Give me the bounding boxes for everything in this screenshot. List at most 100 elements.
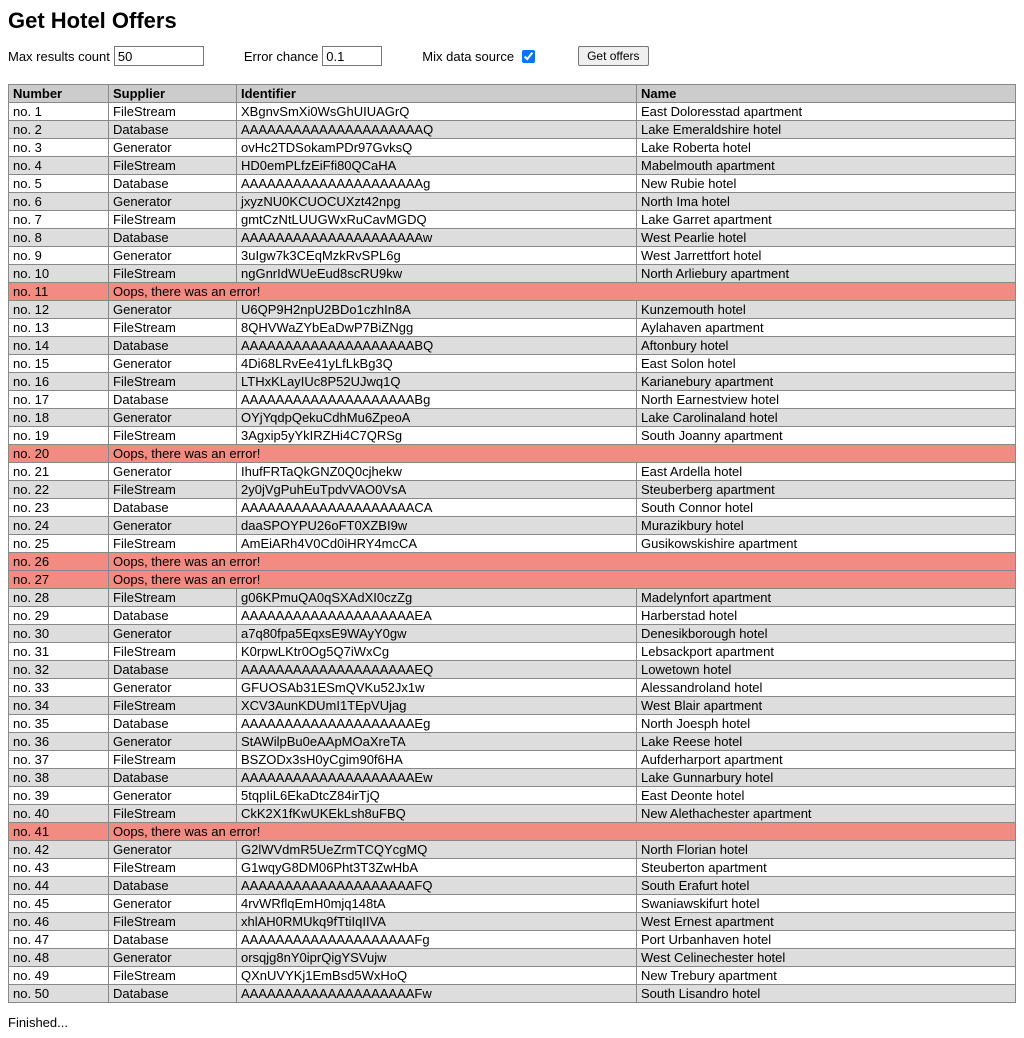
cell-number: no. 44 <box>9 877 109 895</box>
table-row: no. 27Oops, there was an error! <box>9 571 1016 589</box>
cell-identifier: XCV3AunKDUmI1TEpVUjag <box>237 697 637 715</box>
cell-name: West Jarrettfort hotel <box>637 247 1016 265</box>
table-row: no. 38DatabaseAAAAAAAAAAAAAAAAAAAAEwLake… <box>9 769 1016 787</box>
cell-identifier: AAAAAAAAAAAAAAAAAAAAFw <box>237 985 637 1003</box>
cell-identifier: 2y0jVgPuhEuTpdvVAO0VsA <box>237 481 637 499</box>
table-row: no. 2DatabaseAAAAAAAAAAAAAAAAAAAAAQLake … <box>9 121 1016 139</box>
table-row: no. 22FileStream2y0jVgPuhEuTpdvVAO0VsASt… <box>9 481 1016 499</box>
cell-name: North Florian hotel <box>637 841 1016 859</box>
table-row: no. 35DatabaseAAAAAAAAAAAAAAAAAAAAEgNort… <box>9 715 1016 733</box>
cell-supplier: Generator <box>109 625 237 643</box>
table-row: no. 10FileStreamngGnrIdWUeEud8scRU9kwNor… <box>9 265 1016 283</box>
cell-number: no. 27 <box>9 571 109 589</box>
cell-supplier: FileStream <box>109 103 237 121</box>
cell-number: no. 43 <box>9 859 109 877</box>
table-row: no. 42GeneratorG2lWVdmR5UeZrmTCQYcgMQNor… <box>9 841 1016 859</box>
table-row: no. 14DatabaseAAAAAAAAAAAAAAAAAAAABQAfto… <box>9 337 1016 355</box>
cell-number: no. 34 <box>9 697 109 715</box>
cell-name: West Celinechester hotel <box>637 949 1016 967</box>
cell-supplier: Generator <box>109 193 237 211</box>
cell-identifier: 4rvWRflqEmH0mjq148tA <box>237 895 637 913</box>
table-row: no. 16FileStreamLTHxKLayIUc8P52UJwq1QKar… <box>9 373 1016 391</box>
get-offers-button[interactable]: Get offers <box>578 46 648 66</box>
header-identifier: Identifier <box>237 85 637 103</box>
cell-supplier: Generator <box>109 517 237 535</box>
cell-identifier: AAAAAAAAAAAAAAAAAAAAAg <box>237 175 637 193</box>
cell-name: South Lisandro hotel <box>637 985 1016 1003</box>
cell-number: no. 20 <box>9 445 109 463</box>
cell-number: no. 38 <box>9 769 109 787</box>
table-row: no. 32DatabaseAAAAAAAAAAAAAAAAAAAAEQLowe… <box>9 661 1016 679</box>
cell-number: no. 5 <box>9 175 109 193</box>
table-row: no. 47DatabaseAAAAAAAAAAAAAAAAAAAAFgPort… <box>9 931 1016 949</box>
cell-error-message: Oops, there was an error! <box>109 553 1016 571</box>
cell-identifier: StAWilpBu0eAApMOaXreTA <box>237 733 637 751</box>
cell-name: Lake Emeraldshire hotel <box>637 121 1016 139</box>
controls-bar: Max results count Error chance Mix data … <box>8 46 1016 66</box>
cell-number: no. 10 <box>9 265 109 283</box>
cell-supplier: Database <box>109 661 237 679</box>
status-text: Finished... <box>8 1015 1016 1030</box>
cell-number: no. 9 <box>9 247 109 265</box>
table-row: no. 20Oops, there was an error! <box>9 445 1016 463</box>
cell-identifier: xhlAH0RMUkq9fTtiIqIIVA <box>237 913 637 931</box>
table-row: no. 18GeneratorOYjYqdpQekuCdhMu6ZpeoALak… <box>9 409 1016 427</box>
cell-identifier: AAAAAAAAAAAAAAAAAAAAFg <box>237 931 637 949</box>
cell-name: Gusikowskishire apartment <box>637 535 1016 553</box>
table-row: no. 43FileStreamG1wqyG8DM06Pht3T3ZwHbASt… <box>9 859 1016 877</box>
cell-number: no. 35 <box>9 715 109 733</box>
table-row: no. 23DatabaseAAAAAAAAAAAAAAAAAAAACASout… <box>9 499 1016 517</box>
cell-identifier: a7q80fpa5EqxsE9WAyY0gw <box>237 625 637 643</box>
cell-supplier: FileStream <box>109 589 237 607</box>
cell-identifier: AAAAAAAAAAAAAAAAAAAAAQ <box>237 121 637 139</box>
cell-name: East Solon hotel <box>637 355 1016 373</box>
cell-number: no. 30 <box>9 625 109 643</box>
cell-name: Steuberton apartment <box>637 859 1016 877</box>
cell-supplier: Generator <box>109 247 237 265</box>
cell-name: Lake Gunnarbury hotel <box>637 769 1016 787</box>
cell-identifier: 3Agxip5yYkIRZHi4C7QRSg <box>237 427 637 445</box>
cell-number: no. 19 <box>9 427 109 445</box>
cell-identifier: XBgnvSmXi0WsGhUIUAGrQ <box>237 103 637 121</box>
table-row: no. 21GeneratorIhufFRTaQkGNZ0Q0cjhekwEas… <box>9 463 1016 481</box>
cell-number: no. 7 <box>9 211 109 229</box>
max-results-input[interactable] <box>114 46 204 66</box>
cell-identifier: 5tqpIiL6EkaDtcZ84irTjQ <box>237 787 637 805</box>
cell-supplier: FileStream <box>109 211 237 229</box>
error-chance-input[interactable] <box>322 46 382 66</box>
table-row: no. 50DatabaseAAAAAAAAAAAAAAAAAAAAFwSout… <box>9 985 1016 1003</box>
cell-name: Lake Roberta hotel <box>637 139 1016 157</box>
cell-identifier: OYjYqdpQekuCdhMu6ZpeoA <box>237 409 637 427</box>
max-results-group: Max results count <box>8 46 204 66</box>
table-row: no. 11Oops, there was an error! <box>9 283 1016 301</box>
cell-supplier: Generator <box>109 463 237 481</box>
cell-number: no. 24 <box>9 517 109 535</box>
error-chance-group: Error chance <box>244 46 382 66</box>
table-row: no. 4FileStreamHD0emPLfzEiFfi80QCaHAMabe… <box>9 157 1016 175</box>
offers-table: Number Supplier Identifier Name no. 1Fil… <box>8 84 1016 1003</box>
cell-error-message: Oops, there was an error! <box>109 445 1016 463</box>
page-title: Get Hotel Offers <box>8 8 1016 34</box>
table-row: no. 48Generatororsqjg8nY0iprQigYSVujwWes… <box>9 949 1016 967</box>
cell-supplier: Generator <box>109 841 237 859</box>
cell-name: Lebsackport apartment <box>637 643 1016 661</box>
cell-identifier: gmtCzNtLUUGWxRuCavMGDQ <box>237 211 637 229</box>
cell-name: Kunzemouth hotel <box>637 301 1016 319</box>
cell-number: no. 25 <box>9 535 109 553</box>
cell-supplier: Generator <box>109 409 237 427</box>
mix-data-source-checkbox[interactable] <box>522 50 535 63</box>
table-row: no. 44DatabaseAAAAAAAAAAAAAAAAAAAAFQSout… <box>9 877 1016 895</box>
cell-number: no. 33 <box>9 679 109 697</box>
cell-identifier: 4Di68LRvEe41yLfLkBg3Q <box>237 355 637 373</box>
cell-number: no. 15 <box>9 355 109 373</box>
cell-name: East Doloresstad apartment <box>637 103 1016 121</box>
cell-name: Steuberberg apartment <box>637 481 1016 499</box>
cell-identifier: orsqjg8nY0iprQigYSVujw <box>237 949 637 967</box>
cell-supplier: Database <box>109 985 237 1003</box>
cell-number: no. 22 <box>9 481 109 499</box>
cell-supplier: FileStream <box>109 913 237 931</box>
cell-number: no. 12 <box>9 301 109 319</box>
table-row: no. 34FileStreamXCV3AunKDUmI1TEpVUjagWes… <box>9 697 1016 715</box>
header-name: Name <box>637 85 1016 103</box>
cell-name: West Blair apartment <box>637 697 1016 715</box>
